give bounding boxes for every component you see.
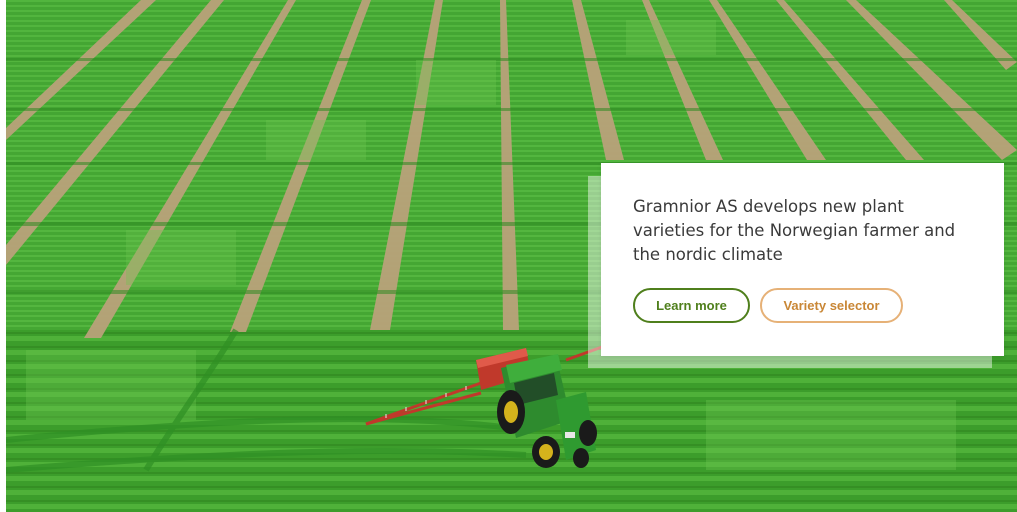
hero-section: Gramnior AS develops new plant varieties… <box>0 0 1017 512</box>
learn-more-button[interactable]: Learn more <box>633 288 750 323</box>
hero-headline: Gramnior AS develops new plant varieties… <box>633 197 956 264</box>
variety-selector-button[interactable]: Variety selector <box>760 288 903 323</box>
hero-button-row: Learn more Variety selector <box>633 288 903 323</box>
hero-info-card: Gramnior AS develops new plant varieties… <box>601 163 1004 356</box>
